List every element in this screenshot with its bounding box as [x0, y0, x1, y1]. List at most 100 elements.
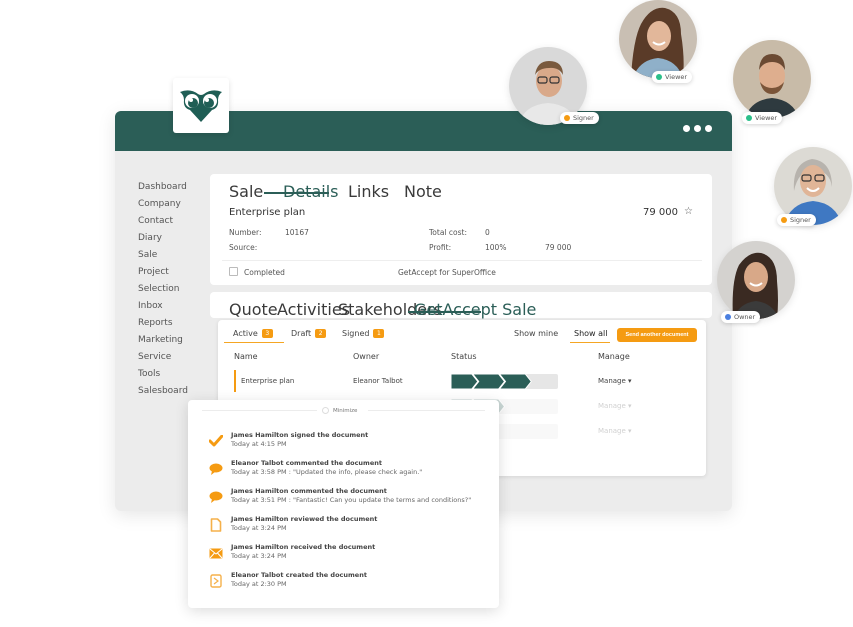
manage-dropdown[interactable]: Manage ▾ — [598, 377, 632, 385]
owner-status-dot — [725, 314, 731, 320]
star-icon[interactable]: ☆ — [684, 206, 693, 217]
manage-label: Manage — [598, 402, 626, 410]
sidebar-item-contact[interactable]: Contact — [138, 215, 208, 232]
completed-label: Completed — [244, 268, 285, 277]
caret-down-icon: ▾ — [628, 402, 632, 410]
send-another-document-button[interactable]: Send another document — [617, 328, 697, 342]
tab-links[interactable]: Links — [348, 182, 389, 201]
owl-logo-icon — [180, 89, 222, 122]
row-owner: Eleanor Talbot — [353, 377, 403, 385]
filter-active[interactable]: Active 3 — [233, 329, 273, 338]
activity-subtitle: Today at 3:58 PM : "Updated the info, pl… — [231, 468, 423, 476]
activity-item: James Hamilton signed the document Today… — [208, 431, 493, 457]
manage-dropdown[interactable]: Manage ▾ — [598, 402, 632, 410]
tab-getaccept-sale[interactable]: GetAccept Sale — [414, 300, 536, 319]
sidebar-item-sale[interactable]: Sale — [138, 249, 208, 266]
column-header-owner: Owner — [353, 352, 380, 361]
comment-icon — [208, 489, 224, 505]
manage-label: Manage — [598, 377, 626, 385]
activity-subtitle: Today at 3:24 PM — [231, 552, 287, 560]
profit-value: 79 000 — [545, 243, 572, 252]
tab-details-underline — [264, 192, 329, 194]
filter-active-label: Active — [233, 329, 258, 338]
role-tag-viewer: Viewer — [742, 112, 783, 124]
activity-title: James Hamilton received the document — [231, 543, 376, 551]
participant-avatar-viewer-1[interactable] — [619, 0, 697, 78]
column-header-status: Status — [451, 352, 477, 361]
filter-signed[interactable]: Signed 1 — [342, 329, 385, 338]
row-accent — [234, 370, 236, 392]
manage-dropdown[interactable]: Manage ▾ — [598, 427, 632, 435]
participant-avatar-viewer-2[interactable] — [733, 40, 811, 118]
sidebar-item-diary[interactable]: Diary — [138, 232, 208, 249]
sidebar-item-selection[interactable]: Selection — [138, 283, 208, 300]
activity-feed-panel: Minimize James Hamilton signed the docum… — [188, 400, 499, 608]
signer-status-dot — [781, 217, 787, 223]
person-photo-icon — [733, 40, 811, 118]
activity-title: James Hamilton reviewed the document — [231, 515, 378, 523]
caret-down-icon: ▾ — [628, 427, 632, 435]
tab-sale[interactable]: Sale — [229, 182, 263, 201]
role-label: Signer — [573, 114, 594, 122]
tab-getaccept-underline — [408, 311, 481, 313]
person-photo-icon — [619, 0, 697, 78]
subtabs-bar: Quote Activities Stakeholders GetAccept … — [210, 292, 712, 319]
sidebar-item-marketing[interactable]: Marketing — [138, 334, 208, 351]
deal-title: Enterprise plan — [229, 207, 306, 218]
more-dots-icon[interactable] — [683, 125, 712, 132]
filter-draft[interactable]: Draft 2 — [291, 329, 327, 338]
viewer-status-dot — [746, 115, 752, 121]
envelope-icon — [208, 545, 224, 561]
completed-checkbox[interactable] — [229, 267, 238, 276]
role-label: Signer — [790, 216, 811, 224]
total-cost-label: Total cost: — [429, 228, 467, 237]
sidebar-item-project[interactable]: Project — [138, 266, 208, 283]
filter-active-underline — [224, 342, 284, 343]
check-icon — [208, 433, 224, 449]
role-tag-viewer: Viewer — [652, 71, 693, 83]
activity-item: James Hamilton commented the document To… — [208, 487, 493, 513]
sidebar-item-company[interactable]: Company — [138, 198, 208, 215]
show-all-underline — [570, 342, 610, 343]
app-logo[interactable] — [173, 78, 229, 133]
manage-label: Manage — [598, 427, 626, 435]
sidebar-item-inbox[interactable]: Inbox — [138, 300, 208, 317]
details-divider — [222, 260, 702, 261]
integration-label: GetAccept for SuperOffice — [398, 268, 496, 277]
minimize-button[interactable]: Minimize — [322, 407, 357, 414]
minimize-label: Minimize — [333, 407, 358, 414]
activity-title: Eleanor Talbot created the document — [231, 571, 367, 579]
status-progress — [450, 373, 558, 390]
pdf-file-icon — [208, 573, 224, 589]
activity-item: Eleanor Talbot created the document Toda… — [208, 571, 493, 597]
activity-item: James Hamilton received the document Tod… — [208, 543, 493, 569]
sidebar-item-service[interactable]: Service — [138, 351, 208, 368]
table-row[interactable]: Enterprise plan Eleanor Talbot Manage ▾ — [218, 370, 706, 392]
role-label: Owner — [734, 313, 756, 321]
minimize-icon — [322, 407, 329, 414]
participant-avatar-owner[interactable] — [717, 241, 795, 319]
sidebar-item-dashboard[interactable]: Dashboard — [138, 181, 208, 198]
viewer-status-dot — [656, 74, 662, 80]
activity-item: James Hamilton reviewed the document Tod… — [208, 515, 493, 541]
activity-subtitle: Today at 3:51 PM : "Fantastic! Can you u… — [231, 496, 472, 504]
minimize-divider-right — [368, 410, 485, 411]
tab-note[interactable]: Note — [404, 182, 442, 201]
active-count-badge: 3 — [261, 329, 273, 338]
activity-subtitle: Today at 4:15 PM — [231, 440, 287, 448]
filter-draft-label: Draft — [291, 329, 312, 338]
tab-quote[interactable]: Quote — [229, 300, 278, 319]
activity-subtitle: Today at 3:24 PM — [231, 524, 287, 532]
signer-status-dot — [564, 115, 570, 121]
signed-count-badge: 1 — [373, 329, 385, 338]
number-value: 10167 — [285, 228, 309, 237]
caret-down-icon: ▾ — [628, 377, 632, 385]
sidebar-item-reports[interactable]: Reports — [138, 317, 208, 334]
row-name: Enterprise plan — [241, 377, 295, 385]
status-step-complete — [450, 373, 479, 390]
activity-subtitle: Today at 2:30 PM — [231, 580, 287, 588]
show-mine-link[interactable]: Show mine — [514, 329, 558, 338]
sidebar-item-tools[interactable]: Tools — [138, 368, 208, 385]
sidebar-nav: Dashboard Company Contact Diary Sale Pro… — [138, 181, 208, 402]
show-all-link[interactable]: Show all — [574, 329, 607, 338]
